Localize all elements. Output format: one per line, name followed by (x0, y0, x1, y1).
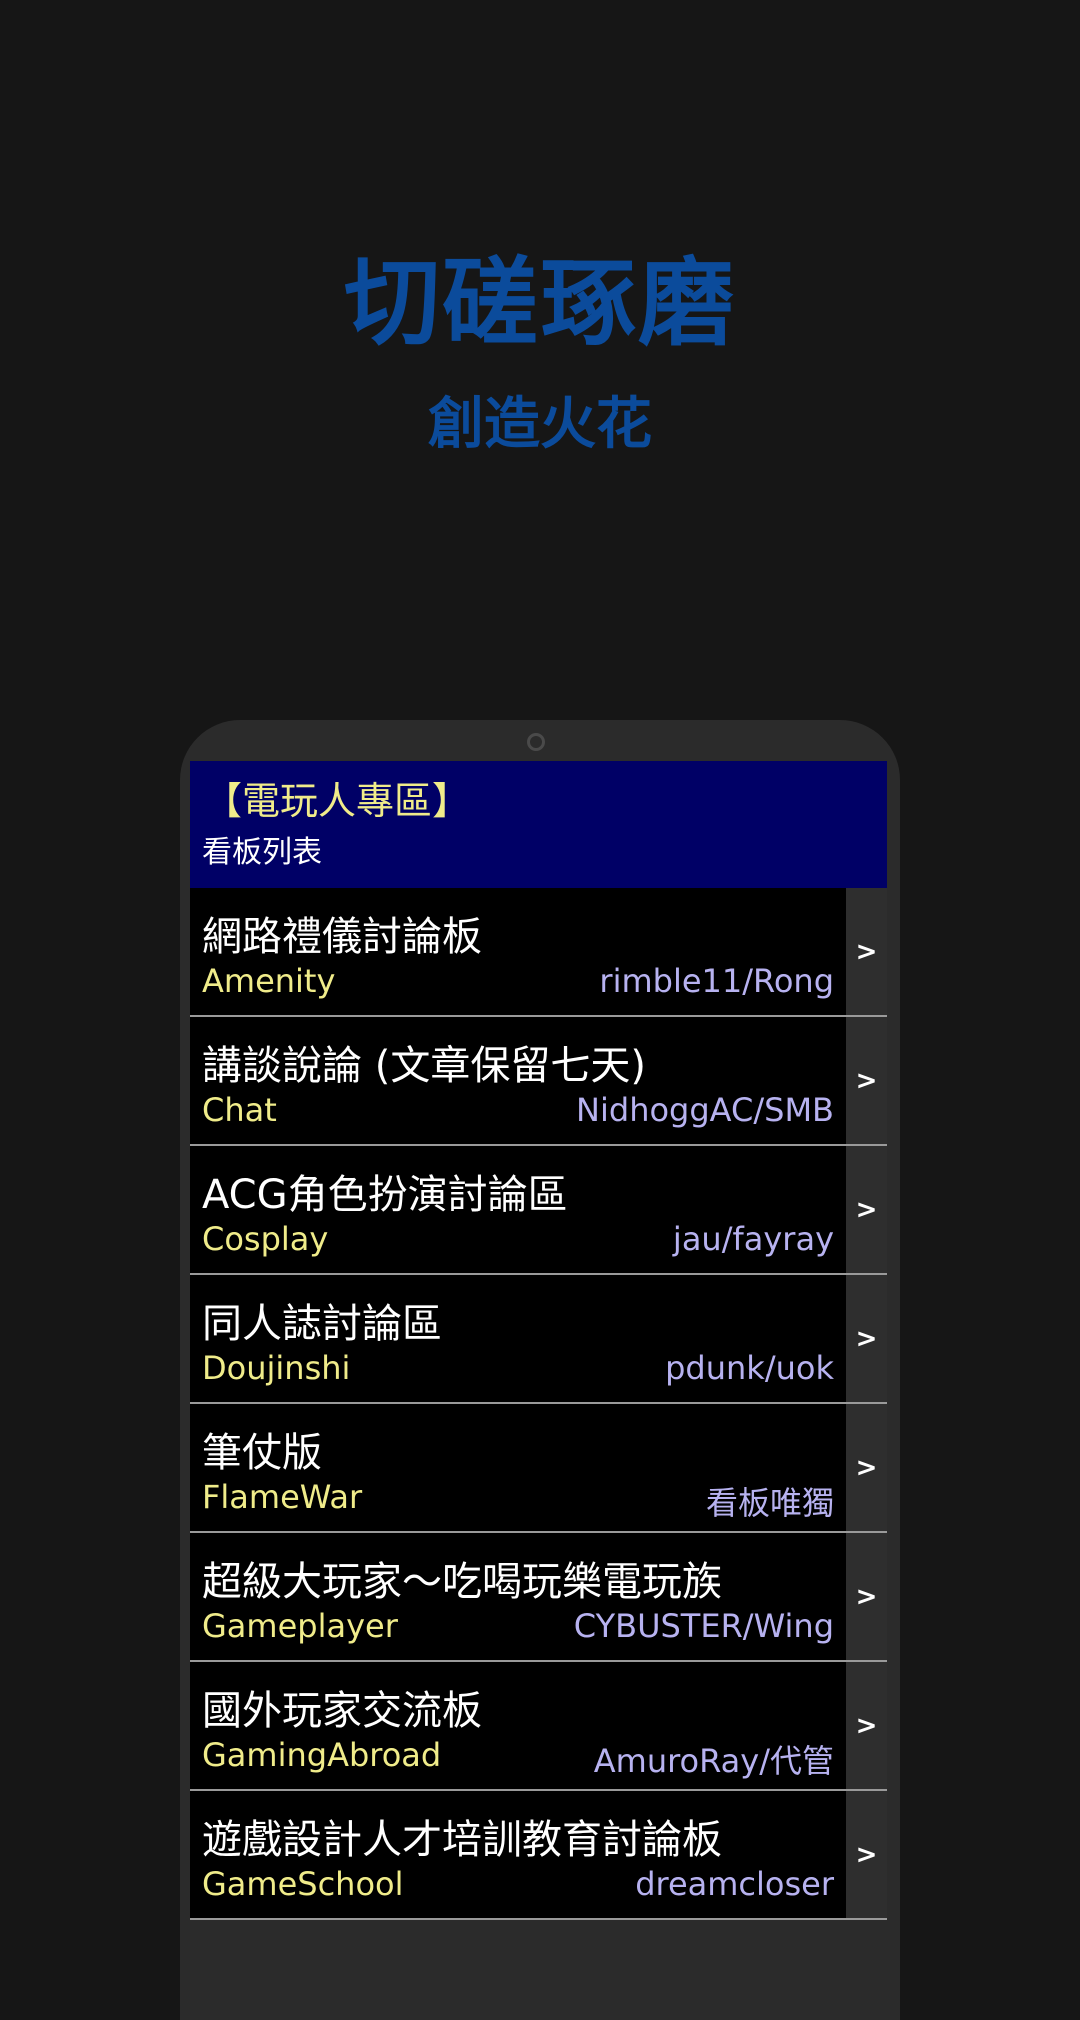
board-name: Doujinshi (202, 1349, 351, 1387)
board-name: GamingAbroad (202, 1736, 442, 1774)
board-title: ACG角色扮演討論區 (202, 1172, 568, 1218)
board-row-body[interactable]: 遊戲設計人才培訓教育討論板 GameSchool dreamcloser (190, 1791, 846, 1918)
board-title: 國外玩家交流板 (202, 1688, 482, 1734)
chevron-right-icon[interactable]: > (846, 888, 887, 1015)
page-subtitle: 看板列表 (202, 835, 322, 870)
board-row-body[interactable]: 講談說論 (文章保留七天) Chat NidhoggAC/SMB (190, 1017, 846, 1144)
board-moderators: AmuroRay/代管 (593, 1742, 834, 1780)
board-title: 遊戲設計人才培訓教育討論板 (202, 1817, 722, 1863)
board-row-body[interactable]: 超級大玩家～吃喝玩樂電玩族 Gameplayer CYBUSTER/Wing (190, 1533, 846, 1660)
app-header: 【電玩人專區】 看板列表 (190, 761, 887, 888)
board-title: 網路禮儀討論板 (202, 914, 482, 960)
board-row-gameplayer[interactable]: 超級大玩家～吃喝玩樂電玩族 Gameplayer CYBUSTER/Wing > (190, 1533, 887, 1662)
board-row-body[interactable]: 國外玩家交流板 GamingAbroad AmuroRay/代管 (190, 1662, 846, 1789)
board-title: 筆仗版 (202, 1430, 322, 1476)
board-row-chat[interactable]: 講談說論 (文章保留七天) Chat NidhoggAC/SMB > (190, 1017, 887, 1146)
chevron-right-icon[interactable]: > (846, 1146, 887, 1273)
board-name: Amenity (202, 962, 336, 1000)
board-row-amenity[interactable]: 網路禮儀討論板 Amenity rimble11/Rong > (190, 888, 887, 1017)
chevron-right-icon[interactable]: > (846, 1404, 887, 1531)
board-row-body[interactable]: ACG角色扮演討論區 Cosplay jau/fayray (190, 1146, 846, 1273)
phone-screen: 【電玩人專區】 看板列表 網路禮儀討論板 Amenity rimble11/Ro… (190, 761, 887, 1920)
board-name: Gameplayer (202, 1607, 398, 1645)
board-name: Chat (202, 1091, 277, 1129)
hero-subtitle: 創造火花 (428, 392, 652, 457)
board-moderators: pdunk/uok (665, 1349, 834, 1387)
board-row-body[interactable]: 網路禮儀討論板 Amenity rimble11/Rong (190, 888, 846, 1015)
hero-title: 切磋琢磨 (344, 247, 736, 359)
board-name: GameSchool (202, 1865, 404, 1903)
board-name: Cosplay (202, 1220, 329, 1258)
board-moderators: rimble11/Rong (599, 962, 834, 1000)
board-row-doujinshi[interactable]: 同人誌討論區 Doujinshi pdunk/uok > (190, 1275, 887, 1404)
board-row-flamewar[interactable]: 筆仗版 FlameWar 看板唯獨 > (190, 1404, 887, 1533)
board-moderators: jau/fayray (672, 1220, 834, 1258)
chevron-right-icon[interactable]: > (846, 1662, 887, 1789)
board-row-body[interactable]: 同人誌討論區 Doujinshi pdunk/uok (190, 1275, 846, 1402)
chevron-right-icon[interactable]: > (846, 1791, 887, 1918)
category-title: 【電玩人專區】 (204, 779, 471, 823)
board-row-gamingabroad[interactable]: 國外玩家交流板 GamingAbroad AmuroRay/代管 > (190, 1662, 887, 1791)
board-moderators: dreamcloser (635, 1865, 834, 1903)
camera-icon (527, 733, 545, 751)
board-moderators: 看板唯獨 (705, 1484, 834, 1522)
chevron-right-icon[interactable]: > (846, 1533, 887, 1660)
board-title: 同人誌討論區 (202, 1301, 442, 1347)
board-title: 講談說論 (文章保留七天) (202, 1043, 646, 1089)
board-title: 超級大玩家～吃喝玩樂電玩族 (202, 1559, 722, 1605)
board-row-gameschool[interactable]: 遊戲設計人才培訓教育討論板 GameSchool dreamcloser > (190, 1791, 887, 1920)
board-row-body[interactable]: 筆仗版 FlameWar 看板唯獨 (190, 1404, 846, 1531)
board-name: FlameWar (202, 1478, 363, 1516)
board-moderators: NidhoggAC/SMB (576, 1091, 834, 1129)
chevron-right-icon[interactable]: > (846, 1275, 887, 1402)
chevron-right-icon[interactable]: > (846, 1017, 887, 1144)
board-moderators: CYBUSTER/Wing (573, 1607, 834, 1645)
board-row-cosplay[interactable]: ACG角色扮演討論區 Cosplay jau/fayray > (190, 1146, 887, 1275)
